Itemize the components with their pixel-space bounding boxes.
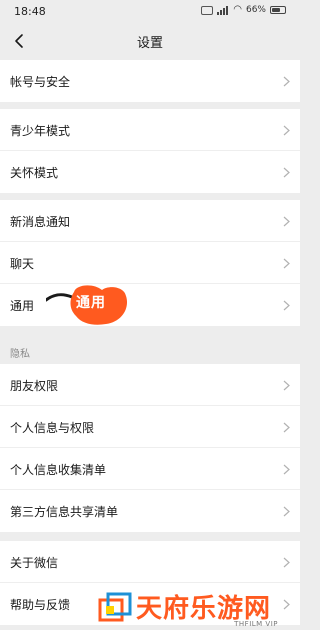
chevron-right-icon [283,557,290,568]
settings-item-label: 关怀模式 [10,166,59,180]
settings-item-label: 通用 [10,299,35,313]
settings-item-label: 个人信息收集清单 [10,463,107,477]
settings-item-label: 关于微信 [10,556,59,570]
settings-group-modes: 青少年模式 关怀模式 [0,109,300,193]
chevron-right-icon [283,422,290,433]
settings-item-chat[interactable]: 聊天 [0,242,300,284]
settings-item-label: 帮助与反馈 [10,598,71,612]
settings-item-general[interactable]: 通用 [0,284,300,326]
chevron-right-icon [283,258,290,269]
watermark: 天府乐游网 THFILM VIP [94,588,300,630]
chevron-right-icon [283,216,290,227]
settings-item-label: 第三方信息共享清单 [10,505,119,519]
settings-item-label: 朋友权限 [10,379,59,393]
chevron-right-icon [283,300,290,311]
settings-item-personal-info-collection[interactable]: 个人信息收集清单 [0,448,300,490]
nfc-icon [201,5,214,15]
status-bar: 18:48 ◠ 66% [0,0,300,22]
settings-item-label: 个人信息与权限 [10,421,95,435]
nav-bar: 设置 [0,22,300,60]
settings-item-care-mode[interactable]: 关怀模式 [0,151,300,193]
wifi-icon: ◠ [233,4,242,15]
signal-icon [217,5,229,15]
settings-item-label: 聊天 [10,257,35,271]
status-time: 18:48 [14,5,46,18]
section-header-privacy: 隐私 [10,349,30,360]
settings-item-label: 青少年模式 [10,124,71,138]
settings-item-friend-permissions[interactable]: 朋友权限 [0,364,300,406]
chevron-right-icon [283,125,290,136]
settings-item-account-security[interactable]: 帐号与安全 [0,60,300,102]
settings-item-notifications[interactable]: 新消息通知 [0,200,300,242]
settings-item-label: 帐号与安全 [10,75,71,89]
chevron-right-icon [283,76,290,87]
annotation-label: 通用 [76,295,106,311]
settings-group-account: 帐号与安全 [0,60,300,102]
settings-group-privacy: 朋友权限 个人信息与权限 个人信息收集清单 第三方信息共享清单 [0,364,300,532]
chevron-right-icon [283,464,290,475]
battery-fill [272,8,280,12]
settings-group-general: 新消息通知 聊天 通用 [0,200,300,326]
page-title: 设置 [136,36,163,51]
watermark-logo-icon [98,592,132,622]
status-icons: ◠ 66% [201,5,286,15]
settings-item-label: 新消息通知 [10,215,71,229]
battery-percent: 66% [245,5,266,15]
battery-icon [270,6,286,14]
settings-item-about-wechat[interactable]: 关于微信 [0,541,300,583]
chevron-right-icon [283,380,290,391]
settings-item-third-party-sharing[interactable]: 第三方信息共享清单 [0,490,300,532]
chevron-right-icon [283,506,290,517]
settings-item-teen-mode[interactable]: 青少年模式 [0,109,300,151]
watermark-subtext: THFILM VIP [234,620,278,628]
chevron-right-icon [283,167,290,178]
settings-item-personal-info-permissions[interactable]: 个人信息与权限 [0,406,300,448]
